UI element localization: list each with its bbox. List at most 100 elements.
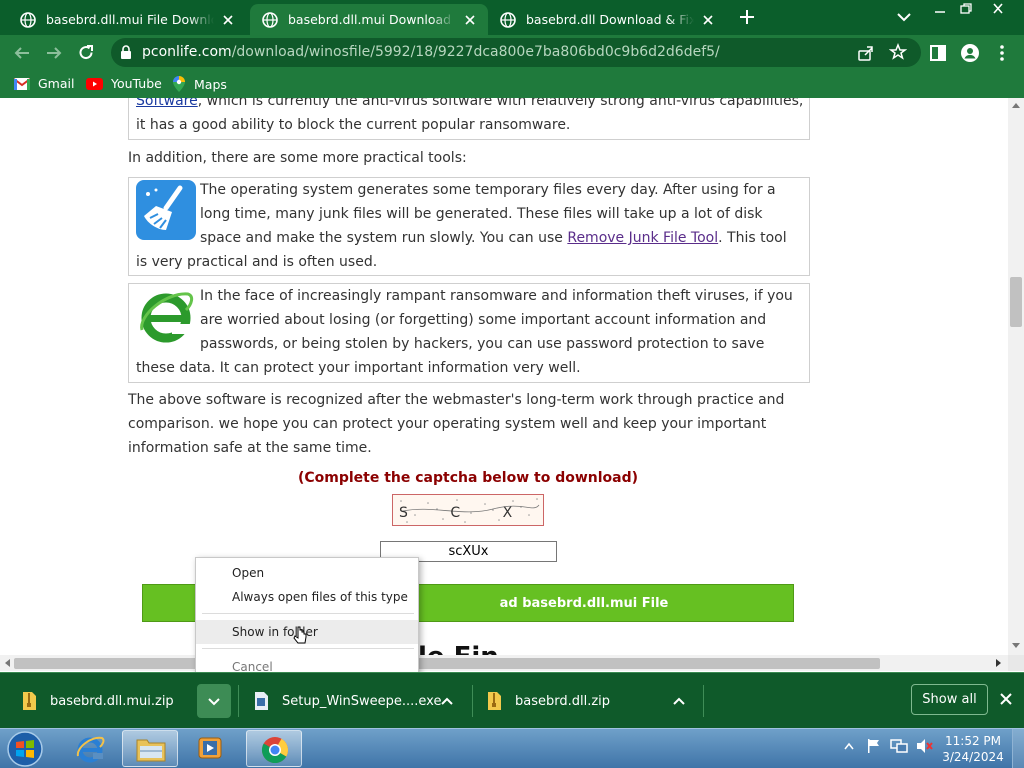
- menu-item-open[interactable]: Open: [196, 561, 418, 585]
- show-all-button[interactable]: Show all: [911, 684, 988, 715]
- scrollbar-corner: [1008, 655, 1024, 671]
- address-bar[interactable]: pconlife.com/download/winosfile/5992/18/…: [111, 38, 921, 67]
- close-icon[interactable]: [220, 12, 236, 28]
- antivirus-link[interactable]: Software: [136, 98, 198, 109]
- bookmark-youtube[interactable]: YouTube: [86, 76, 162, 91]
- tray-expand-icon[interactable]: [844, 742, 854, 750]
- chevron-up-icon[interactable]: [439, 693, 455, 709]
- tab-3[interactable]: basebrd.dll Download & Fix For Windows: [488, 4, 726, 35]
- page-viewport: Software, which is currently the anti-vi…: [0, 98, 1008, 655]
- captcha-noise: S C X U X: [399, 498, 617, 523]
- share-icon[interactable]: [857, 44, 875, 62]
- shelf-separator: [238, 685, 239, 717]
- download-item-1[interactable]: basebrd.dll.mui.zip: [22, 673, 174, 729]
- url-text[interactable]: pconlife.com/download/winosfile/5992/18/…: [142, 44, 720, 60]
- taskbar-clock[interactable]: 11:52 PM 3/24/2024: [940, 733, 1006, 765]
- antivirus-text-2: it has a good ability to block the curre…: [136, 117, 571, 133]
- close-icon[interactable]: [700, 12, 716, 28]
- media-player-icon: [198, 737, 222, 759]
- star-icon[interactable]: [889, 43, 907, 61]
- taskbar-ie[interactable]: [62, 730, 118, 767]
- scroll-down-icon[interactable]: [1012, 643, 1020, 649]
- menu-separator: [202, 613, 414, 614]
- close-icon[interactable]: [462, 12, 478, 28]
- tab-1[interactable]: basebrd.dll.mui File Download & Fix For …: [8, 4, 246, 35]
- new-tab-icon[interactable]: [737, 7, 757, 27]
- bookmark-label: Gmail: [38, 76, 75, 91]
- download-button-label: ad basebrd.dll.mui File: [499, 595, 669, 611]
- volume-muted-icon[interactable]: [916, 738, 934, 754]
- minimize-icon[interactable]: [928, 1, 952, 17]
- url-domain: pconlife.com: [142, 44, 232, 60]
- lock-icon[interactable]: [119, 45, 133, 60]
- cursor-icon: [293, 626, 307, 644]
- shelf-separator: [703, 685, 704, 717]
- scroll-left-icon[interactable]: [4, 659, 10, 667]
- internet-explorer-icon: [76, 736, 105, 763]
- horizontal-scroll-thumb[interactable]: [14, 658, 880, 669]
- network-icon[interactable]: [890, 738, 908, 754]
- chrome-icon: [261, 737, 289, 764]
- captcha-image: S C X U X: [392, 494, 617, 526]
- download-name: basebrd.dll.zip: [515, 693, 611, 709]
- chevron-up-icon[interactable]: [671, 693, 687, 709]
- junk-tool-box: The operating system generates some temp…: [128, 177, 810, 276]
- tab-1-label: basebrd.dll.mui File Download & Fix For …: [46, 12, 214, 27]
- download-menu-button[interactable]: [197, 684, 231, 718]
- kebab-menu-icon[interactable]: [992, 43, 1012, 63]
- section-heading: le Fin: [418, 642, 499, 655]
- profile-icon[interactable]: [960, 43, 980, 63]
- bookmark-gmail[interactable]: Gmail: [14, 76, 74, 91]
- reload-icon[interactable]: [76, 43, 96, 63]
- maps-icon: [173, 76, 185, 92]
- windows-start-icon[interactable]: [6, 730, 44, 768]
- gmail-icon: [14, 77, 30, 90]
- youtube-icon: [86, 77, 103, 90]
- back-icon[interactable]: [12, 43, 32, 63]
- scroll-up-icon[interactable]: [1012, 102, 1020, 108]
- taskbar-explorer[interactable]: [122, 730, 178, 767]
- download-shelf: basebrd.dll.mui.zip Setup_WinSweepe....e…: [0, 672, 1024, 728]
- globe-icon: [262, 11, 278, 28]
- action-center-flag-icon[interactable]: [866, 738, 882, 754]
- password-tool-box: In the face of increasingly rampant rans…: [128, 283, 810, 383]
- restore-icon[interactable]: [954, 1, 978, 17]
- browser-toolbar: pconlife.com/download/winosfile/5992/18/…: [0, 35, 1024, 70]
- scroll-right-icon[interactable]: [996, 659, 1002, 667]
- chevron-down-icon: [208, 698, 220, 706]
- broom-icon: [136, 180, 196, 240]
- globe-icon: [20, 11, 36, 28]
- vertical-scroll-thumb[interactable]: [1010, 277, 1022, 327]
- antivirus-box: Software, which is currently the anti-vi…: [128, 98, 810, 140]
- download-name: Setup_WinSweepe....exe: [282, 693, 442, 709]
- captcha-chars: S C X U X: [399, 505, 543, 521]
- zip-file-icon: [488, 692, 501, 710]
- taskbar-media-player[interactable]: [182, 730, 238, 767]
- summary-text: The above software is recognized after t…: [128, 392, 785, 456]
- zip-file-icon: [23, 692, 36, 710]
- tab-3-label: basebrd.dll Download & Fix For Windows: [526, 12, 694, 27]
- url-path: /download/winosfile/5992/18/9227dca800e7…: [231, 44, 720, 60]
- menu-item-always-open[interactable]: Always open files of this type: [196, 585, 418, 609]
- tools-intro: In addition, there are some more practic…: [128, 150, 467, 166]
- clock-time: 11:52 PM: [945, 734, 1001, 748]
- side-panel-icon[interactable]: [928, 43, 948, 63]
- chevron-down-icon[interactable]: [896, 10, 912, 24]
- bookmark-label: YouTube: [111, 76, 162, 91]
- close-window-icon[interactable]: [986, 1, 1010, 17]
- remove-junk-link[interactable]: Remove Junk File Tool: [567, 230, 718, 246]
- show-desktop-button[interactable]: [1012, 729, 1024, 768]
- shelf-separator: [472, 685, 473, 717]
- ie-logo-icon: [140, 292, 194, 343]
- close-icon[interactable]: [998, 691, 1014, 707]
- taskbar-chrome[interactable]: [246, 730, 302, 767]
- vertical-scrollbar[interactable]: [1008, 98, 1024, 655]
- globe-icon: [500, 11, 516, 28]
- tab-2[interactable]: basebrd.dll.mui Download & Fix For Windo…: [250, 4, 488, 35]
- bookmark-label: Maps: [194, 76, 227, 92]
- download-item-2[interactable]: Setup_WinSweepe....exe: [254, 673, 441, 729]
- download-name: basebrd.dll.mui.zip: [50, 693, 174, 709]
- forward-icon[interactable]: [44, 43, 64, 63]
- download-item-3[interactable]: basebrd.dll.zip: [487, 673, 610, 729]
- bookmark-maps[interactable]: Maps: [172, 76, 227, 92]
